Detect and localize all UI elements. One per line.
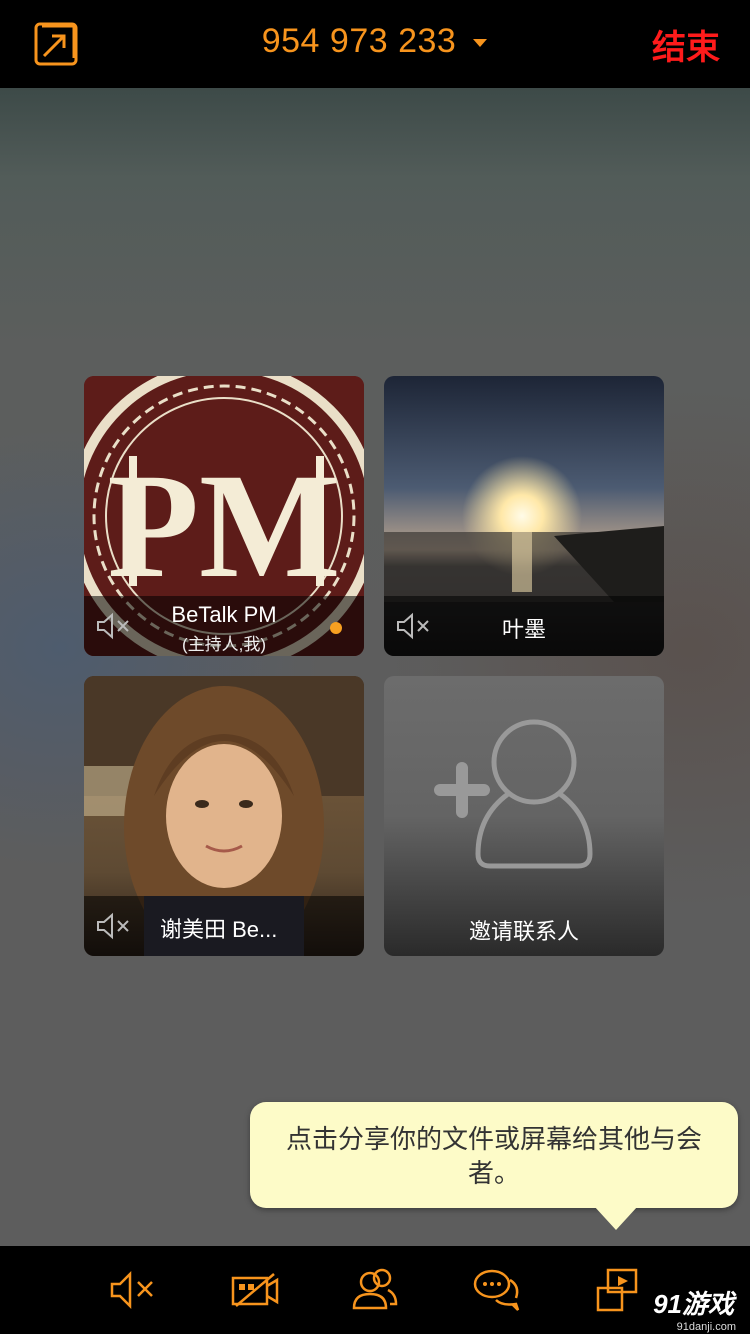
active-speaker-indicator: [330, 622, 342, 634]
participant-tile[interactable]: 谢美田 Be...: [84, 676, 364, 956]
tooltip-text: 点击分享你的文件或屏幕给其他与会者。: [285, 1124, 702, 1188]
tile-caption: 谢美田 Be...: [84, 896, 364, 956]
participant-tile-host[interactable]: PM BeTalk PM (主持人,我): [84, 376, 364, 656]
mic-muted-icon: [97, 912, 129, 940]
watermark-site: 91danji.com: [676, 1321, 736, 1333]
avatar-logo: PM: [107, 443, 340, 609]
mute-icon[interactable]: [108, 1266, 158, 1314]
invite-contacts-button[interactable]: 邀请联系人: [384, 676, 664, 956]
participant-name: BeTalk PM: [171, 602, 277, 627]
participants-icon[interactable]: [350, 1266, 400, 1314]
watermark-brand: 91游戏: [653, 1289, 734, 1319]
top-bar: 954 973 233 结束: [0, 0, 750, 88]
tooltip-arrow: [594, 1206, 638, 1230]
participant-name: 叶墨: [501, 617, 546, 642]
watermark: 91游戏 91danji.com: [640, 1284, 750, 1334]
participant-tile[interactable]: 叶墨: [384, 376, 664, 656]
meeting-id: 954 973 233: [261, 22, 457, 60]
invite-label: 邀请联系人: [468, 919, 579, 944]
meeting-id-dropdown[interactable]: 954 973 233: [0, 22, 750, 61]
video-off-icon[interactable]: [230, 1266, 280, 1314]
chevron-down-icon: [473, 39, 488, 48]
participant-name: 谢美田 Be...: [160, 917, 278, 942]
chat-icon[interactable]: [472, 1266, 522, 1314]
bottom-toolbar: [0, 1246, 750, 1334]
participant-role: (主持人,我): [181, 635, 267, 654]
share-tooltip: 点击分享你的文件或屏幕给其他与会者。: [250, 1102, 738, 1230]
end-meeting-button[interactable]: 结束: [652, 20, 720, 69]
tile-caption: BeTalk PM (主持人,我): [84, 596, 364, 656]
share-icon[interactable]: [596, 1266, 646, 1314]
tile-caption: 叶墨: [384, 596, 664, 656]
video-grid-area: [0, 88, 750, 1246]
